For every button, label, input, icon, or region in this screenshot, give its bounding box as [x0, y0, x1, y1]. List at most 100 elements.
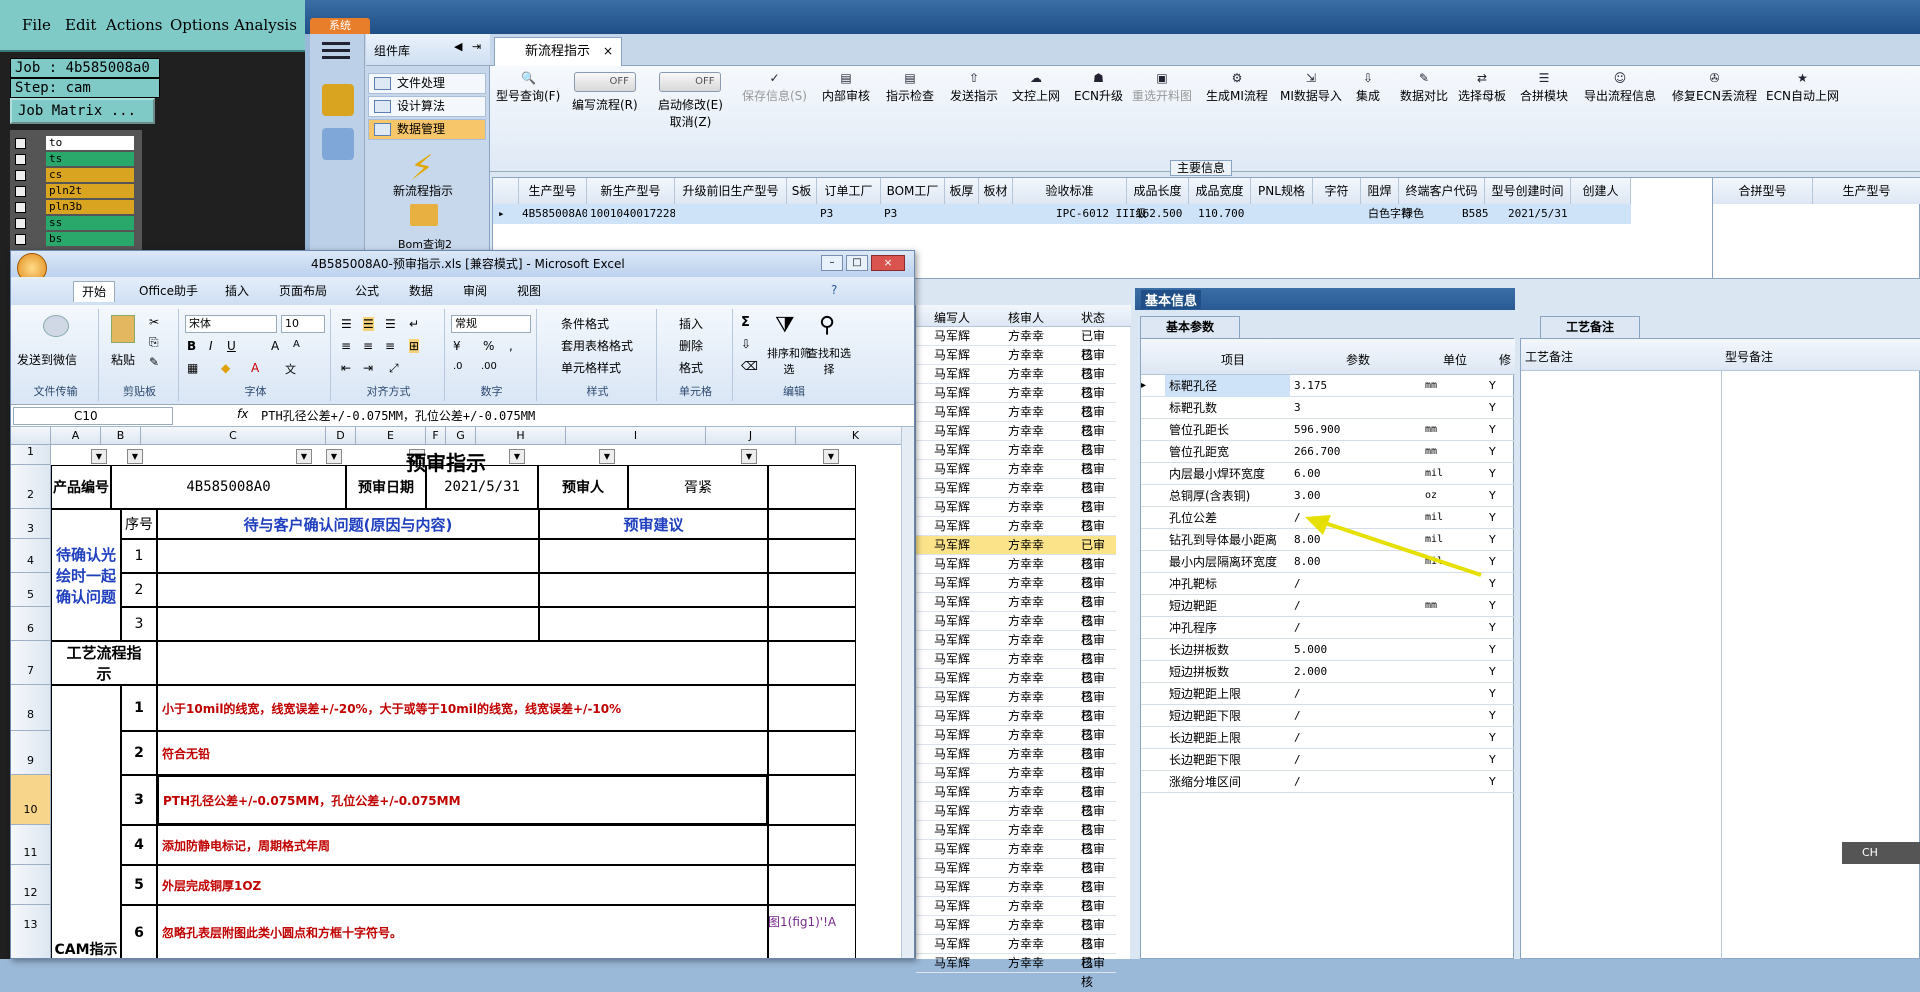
params-header-value[interactable]: 参数: [1346, 351, 1370, 368]
row-selector[interactable]: [1141, 529, 1165, 551]
tab-new-flow[interactable]: 新流程指示 ×: [494, 37, 622, 66]
date-cell[interactable]: 2021/5/31: [426, 465, 538, 509]
fx-icon[interactable]: fx: [237, 407, 248, 421]
tab-office-helper[interactable]: Office助手: [131, 281, 206, 301]
param-unit-cell[interactable]: [1421, 727, 1481, 749]
empty-cell[interactable]: [768, 865, 856, 905]
list-item[interactable]: 马军辉方幸幸已审核: [916, 460, 1116, 495]
instr-text-cell[interactable]: PTH孔径公差+/-0.075MM，孔位公差+/-0.075MM: [157, 775, 768, 825]
list-item[interactable]: 马军辉方幸幸已审核: [916, 897, 1116, 932]
column-header[interactable]: C: [141, 427, 326, 445]
ime-indicator[interactable]: CH: [1842, 842, 1920, 864]
grid-cell[interactable]: 4B585008A0: [519, 204, 587, 224]
param-name-cell[interactable]: 冲孔靶标: [1165, 573, 1290, 595]
list-item[interactable]: 马军辉方幸幸已审核: [916, 555, 1116, 590]
column-header[interactable]: G: [446, 427, 476, 445]
tab-view[interactable]: 视图: [509, 281, 549, 301]
param-name-cell[interactable]: 短边靶距: [1165, 595, 1290, 617]
empty-cell[interactable]: [768, 825, 856, 865]
job-matrix-button[interactable]: Job Matrix ...: [10, 98, 155, 124]
param-name-cell[interactable]: 长边拼板数: [1165, 639, 1290, 661]
write-flow-toggle[interactable]: OFF 编写流程(R): [572, 72, 638, 113]
param-value-cell[interactable]: 596.900: [1291, 419, 1419, 441]
param-value-cell[interactable]: 5.000: [1291, 639, 1419, 661]
menu-icon[interactable]: [322, 42, 350, 45]
filter-dropdown[interactable]: ▼: [741, 449, 757, 464]
list-item[interactable]: 马军辉方幸幸已审核: [916, 821, 1116, 856]
param-edit-cell[interactable]: Y: [1485, 683, 1515, 705]
param-name-cell[interactable]: 标靶孔数: [1165, 397, 1290, 419]
align-left-icon[interactable]: ≡: [341, 339, 351, 353]
grid-header[interactable]: 升级前旧生产型号: [675, 178, 787, 204]
step-field[interactable]: Step: cam: [10, 78, 160, 98]
empty-cell[interactable]: [768, 539, 856, 573]
row-header[interactable]: 12: [11, 865, 51, 905]
row-header[interactable]: 5: [11, 573, 51, 607]
list-item[interactable]: 马军辉方幸幸已审核: [916, 764, 1116, 799]
cancel-button[interactable]: 取消(Z): [670, 115, 712, 129]
param-edit-cell[interactable]: Y: [1485, 419, 1515, 441]
suggestion-cell[interactable]: [539, 607, 768, 641]
instr-text-cell[interactable]: 小于10mil的线宽，线宽误差+/-20%，大于或等于10mil的线宽，线宽误差…: [157, 685, 768, 731]
list-item[interactable]: 马军辉方幸幸已审核: [916, 574, 1116, 609]
param-unit-cell[interactable]: mm: [1421, 595, 1481, 617]
row-selector[interactable]: [1141, 573, 1165, 595]
nav-pin-icon[interactable]: ⇥: [472, 40, 481, 53]
list-item[interactable]: 马军辉方幸幸已审核: [916, 536, 1116, 571]
menu-edit[interactable]: Edit: [65, 16, 96, 34]
menu-analysis[interactable]: Analysis: [234, 16, 297, 34]
table-row[interactable]: 标靶孔数 3 Y: [1141, 397, 1515, 419]
grid-header[interactable]: 终端客户代码: [1399, 178, 1485, 204]
grid-header[interactable]: 验收标准: [1013, 178, 1127, 204]
nav-item-file[interactable]: 文件处理: [368, 73, 486, 94]
list-item[interactable]: 马军辉方幸幸已审核: [916, 346, 1116, 381]
close-icon[interactable]: ×: [603, 38, 613, 65]
param-name-cell[interactable]: 钻孔到导体最小距离: [1165, 529, 1290, 551]
currency-icon[interactable]: ¥: [453, 339, 461, 353]
layer-name[interactable]: pln3b: [46, 200, 134, 214]
row-header[interactable]: 4: [11, 539, 51, 573]
fill-color-icon[interactable]: ◆: [221, 361, 230, 375]
row-header[interactable]: 8: [11, 685, 51, 731]
grid-header[interactable]: 生产型号: [519, 178, 587, 204]
autosum-icon[interactable]: Σ: [741, 315, 750, 330]
row-selector[interactable]: [1141, 595, 1165, 617]
find-select-button[interactable]: 查找和选择: [807, 345, 851, 377]
empty-cell[interactable]: [768, 607, 856, 641]
list-item[interactable]: 马军辉方幸幸已审核: [916, 916, 1116, 951]
column-header[interactable]: B: [101, 427, 141, 445]
grid-header[interactable]: 阻焊: [1361, 178, 1399, 204]
param-name-cell[interactable]: 总铜厚(含表铜): [1165, 485, 1290, 507]
grid-cell[interactable]: 110.700: [1195, 204, 1257, 224]
layer-checkbox[interactable]: [15, 138, 26, 149]
table-row[interactable]: 长边靶距下限 / Y: [1141, 749, 1515, 771]
table-row[interactable]: 短边靶距 / mm Y: [1141, 595, 1515, 617]
suggestion-cell[interactable]: [539, 539, 768, 573]
table-row[interactable]: ▸ 4B585008A0 10010400172281 P3 P3 IPC-60…: [493, 204, 1631, 224]
filter-dropdown[interactable]: ▼: [296, 449, 312, 464]
list-item[interactable]: 马军辉方幸幸已审核: [916, 441, 1116, 476]
params-header-item[interactable]: 项目: [1221, 351, 1245, 368]
layer-name[interactable]: ss: [46, 216, 134, 230]
integrate-button[interactable]: ⇩ 集成: [1356, 72, 1380, 104]
grid-header[interactable]: PNL规格: [1251, 178, 1313, 204]
empty-cell[interactable]: [768, 775, 856, 825]
param-edit-cell[interactable]: Y: [1485, 595, 1515, 617]
param-unit-cell[interactable]: [1421, 705, 1481, 727]
param-value-cell[interactable]: /: [1291, 595, 1419, 617]
table-format-button[interactable]: 套用表格格式: [561, 337, 633, 354]
param-unit-cell[interactable]: oz: [1421, 485, 1481, 507]
empty-cell[interactable]: [768, 573, 856, 607]
instr-seq-cell[interactable]: 6: [121, 905, 157, 958]
filter-dropdown[interactable]: ▼: [599, 449, 615, 464]
grid-header[interactable]: 新生产型号: [587, 178, 675, 204]
row-header[interactable]: 9: [11, 731, 51, 775]
grid-header[interactable]: 成品长度: [1127, 178, 1189, 204]
format-painter-icon[interactable]: ✎: [149, 355, 159, 369]
table-row[interactable]: 短边靶距下限 / Y: [1141, 705, 1515, 727]
params-header-edit[interactable]: 修: [1499, 351, 1511, 368]
grid-header[interactable]: 创建人: [1571, 178, 1631, 204]
param-value-cell[interactable]: /: [1291, 683, 1419, 705]
param-value-cell[interactable]: 266.700: [1291, 441, 1419, 463]
param-unit-cell[interactable]: [1421, 661, 1481, 683]
